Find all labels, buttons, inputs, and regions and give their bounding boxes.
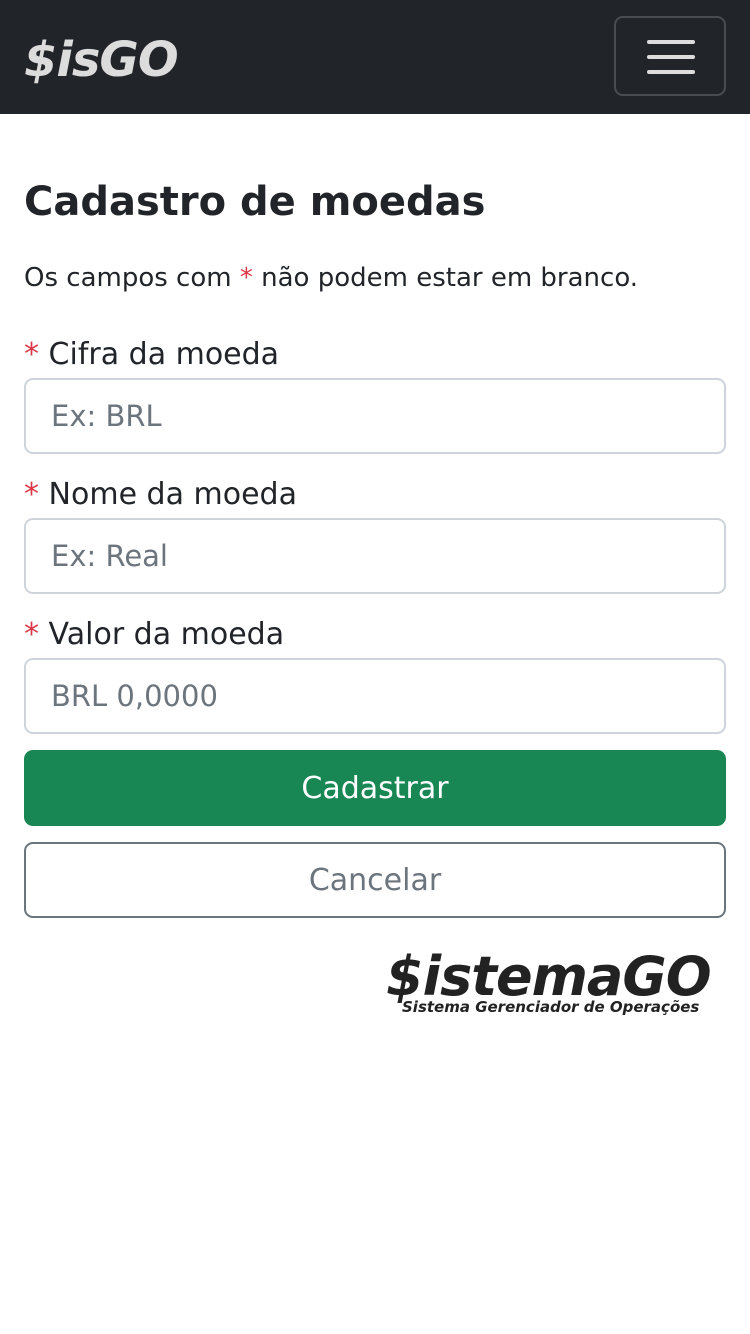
currency-code-input[interactable] — [24, 378, 726, 454]
currency-value-input[interactable] — [24, 658, 726, 734]
cancel-button[interactable]: Cancelar — [24, 842, 726, 918]
menu-bar-line — [647, 55, 695, 59]
required-asterisk: * — [24, 337, 39, 372]
required-notice-prefix: Os campos com — [24, 263, 240, 293]
required-notice: Os campos com * não podem estar em branc… — [24, 261, 638, 295]
register-button[interactable]: Cadastrar — [24, 750, 726, 826]
required-asterisk: * — [24, 617, 39, 652]
required-notice-suffix: não podem estar em branco. — [252, 263, 639, 293]
menu-bar-line — [647, 40, 695, 44]
currency-name-label: * Nome da moeda — [24, 476, 297, 514]
top-navbar: $isGO — [0, 0, 750, 114]
currency-code-label-text: Cifra da moeda — [48, 337, 280, 372]
required-asterisk: * — [24, 477, 39, 512]
currency-value-label: * Valor da moeda — [24, 616, 284, 654]
footer-logo: $istemaGO Sistema Gerenciador de Operaçõ… — [386, 944, 712, 1022]
currency-name-label-text: Nome da moeda — [48, 477, 297, 512]
currency-name-input[interactable] — [24, 518, 726, 594]
hamburger-menu-icon[interactable] — [614, 16, 726, 96]
footer-logo-subtitle: Sistema Gerenciador de Operações — [402, 998, 700, 1016]
required-asterisk: * — [239, 263, 253, 293]
currency-value-label-text: Valor da moeda — [48, 617, 285, 652]
menu-bar-line — [647, 70, 695, 74]
currency-code-label: * Cifra da moeda — [24, 336, 279, 374]
brand-logo[interactable]: $isGO — [24, 30, 179, 90]
page-title: Cadastro de moedas — [24, 179, 486, 225]
